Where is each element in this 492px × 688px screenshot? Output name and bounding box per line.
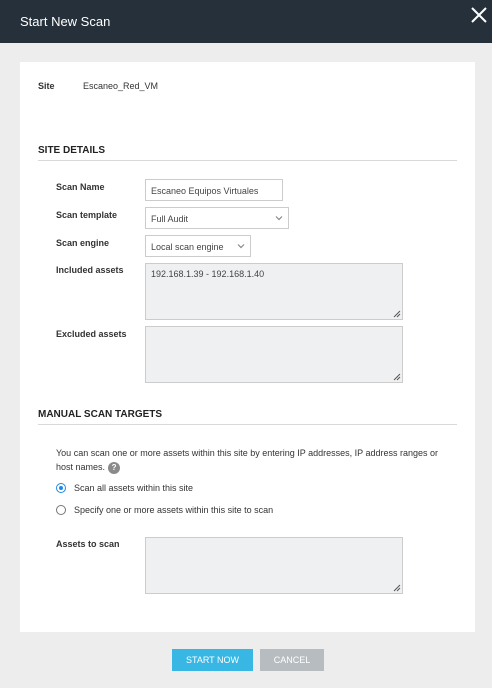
scan-name-input[interactable]: Escaneo Equipos Virtuales — [145, 179, 283, 201]
resize-grip-icon[interactable] — [392, 309, 401, 318]
scan-name-label: Scan Name — [56, 182, 105, 192]
resize-grip-icon[interactable] — [392, 583, 401, 592]
included-assets-textarea[interactable]: 192.168.1.39 - 192.168.1.40 — [145, 263, 403, 320]
scan-template-value: Full Audit — [151, 214, 189, 224]
cancel-button[interactable]: CANCEL — [260, 649, 324, 671]
scan-engine-select[interactable]: Local scan engine — [145, 235, 251, 257]
site-details-heading: SITE DETAILS — [38, 145, 106, 156]
included-assets-label: Included assets — [56, 265, 124, 275]
section-divider — [38, 160, 457, 161]
site-value: Escaneo_Red_VM — [83, 81, 159, 91]
dialog-titlebar: Start New Scan — [0, 0, 492, 43]
section-divider — [38, 424, 457, 425]
chevron-down-icon — [275, 216, 283, 221]
site-label: Site — [38, 81, 55, 91]
excluded-assets-label: Excluded assets — [56, 329, 127, 339]
dialog-title: Start New Scan — [20, 14, 111, 29]
scan-engine-label: Scan engine — [56, 238, 110, 248]
manual-targets-heading: MANUAL SCAN TARGETS — [38, 409, 163, 420]
scan-form-panel: Site Escaneo_Red_VM SITE DETAILS Scan Na… — [20, 62, 475, 632]
manual-targets-description: You can scan one or more assets within t… — [56, 446, 441, 474]
scan-engine-value: Local scan engine — [151, 242, 224, 252]
included-assets-value: 192.168.1.39 - 192.168.1.40 — [151, 269, 265, 279]
scan-template-select[interactable]: Full Audit — [145, 207, 289, 229]
help-icon[interactable]: ? — [108, 461, 121, 474]
assets-to-scan-label: Assets to scan — [56, 539, 120, 549]
chevron-down-icon — [237, 244, 245, 249]
resize-grip-icon[interactable] — [392, 372, 401, 381]
close-icon[interactable] — [469, 5, 489, 25]
radio-selected-icon[interactable] — [56, 483, 66, 493]
start-now-button[interactable]: START NOW — [172, 649, 253, 671]
scan-template-label: Scan template — [56, 210, 118, 220]
assets-to-scan-textarea[interactable] — [145, 537, 403, 594]
radio-scan-all-label: Scan all assets within this site — [74, 483, 194, 493]
radio-specify-assets-label: Specify one or more assets within this s… — [74, 505, 274, 515]
radio-unselected-icon[interactable] — [56, 505, 66, 515]
excluded-assets-textarea[interactable] — [145, 326, 403, 383]
